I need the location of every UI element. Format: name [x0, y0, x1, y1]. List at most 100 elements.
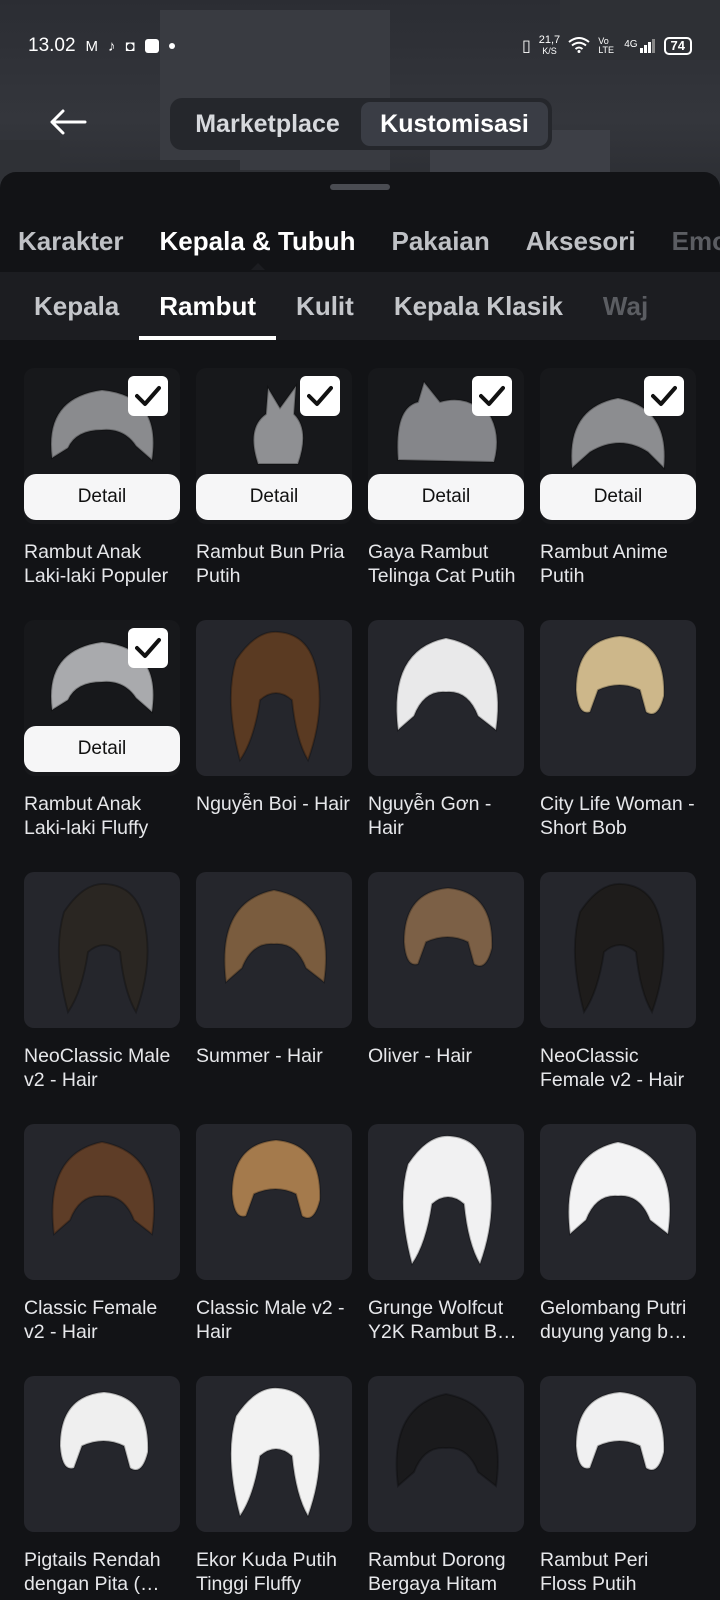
detail-button[interactable]: Detail: [24, 726, 180, 772]
hair-item-thumbnail[interactable]: Detail: [196, 368, 352, 524]
hair-item-thumbnail[interactable]: [24, 1376, 180, 1532]
equipped-checkbox[interactable]: [472, 376, 512, 416]
hair-item-card[interactable]: Gelombang Putri duyung yang b…: [540, 1124, 696, 1376]
hair-item-name: NeoClassic Male v2 - Hair: [24, 1045, 171, 1091]
tab-kepala[interactable]: Kepala: [0, 272, 139, 340]
hair-item-card[interactable]: Ekor Kuda Putih Tinggi Fluffy: [196, 1376, 352, 1600]
tab-karakter[interactable]: Karakter: [0, 226, 142, 257]
detail-button[interactable]: Detail: [368, 474, 524, 520]
hair-item-card[interactable]: Summer - Hair: [196, 872, 352, 1124]
sheet-drag-handle[interactable]: [330, 184, 390, 190]
status-bar: 13.02 M ♪ ◘ ▯ 21,7 K/S Vo LTE 4G 74: [0, 28, 720, 64]
hair-item-card[interactable]: Detail Rambut Bun Pria Putih: [196, 368, 352, 620]
hair-preview-image: [395, 1392, 499, 1488]
back-button[interactable]: [46, 104, 90, 140]
hair-item-card[interactable]: Classic Male v2 - Hair: [196, 1124, 352, 1376]
hair-item-thumbnail[interactable]: [24, 1124, 180, 1280]
hair-item-thumbnail[interactable]: [196, 620, 352, 776]
net-speed: 21,7 K/S: [538, 34, 561, 57]
hair-item-thumbnail[interactable]: [196, 1376, 352, 1532]
hair-item-card[interactable]: Nguyễn Gơn - Hair: [368, 620, 524, 872]
equipped-checkbox[interactable]: [128, 376, 168, 416]
tab-wajah[interactable]: Waj: [583, 272, 668, 340]
hair-item-card[interactable]: NeoClassic Female v2 - Hair: [540, 872, 696, 1124]
tab-rambut[interactable]: Rambut: [139, 272, 276, 340]
hair-preview-image: [402, 886, 494, 967]
equipped-checkbox[interactable]: [644, 376, 684, 416]
tab-kepala-klasik[interactable]: Kepala Klasik: [374, 272, 583, 340]
checkmark-icon: [651, 386, 677, 406]
volte-label: Vo LTE: [598, 36, 615, 55]
equipped-checkbox[interactable]: [128, 628, 168, 668]
vibrate-icon: ▯: [521, 38, 531, 55]
app-square-icon: [144, 39, 159, 53]
hair-item-name: NeoClassic Female v2 - Hair: [540, 1045, 685, 1091]
hair-preview-image: [58, 1390, 150, 1471]
hair-item-card[interactable]: City Life Woman - Short Bob: [540, 620, 696, 872]
hair-item-thumbnail[interactable]: [368, 872, 524, 1028]
hair-item-card[interactable]: Detail Rambut Anak Laki-laki Fluffy: [24, 620, 180, 872]
hair-item-name: Rambut Peri Floss Putih: [540, 1549, 649, 1595]
hair-preview-image: [567, 1140, 671, 1236]
hair-item-name: Oliver - Hair: [368, 1045, 473, 1067]
hair-item-thumbnail[interactable]: [196, 1124, 352, 1280]
hair-item-thumbnail[interactable]: Detail: [24, 368, 180, 524]
tab-kulit[interactable]: Kulit: [276, 272, 374, 340]
hair-preview-image: [57, 882, 149, 1015]
hair-item-card[interactable]: Detail Rambut Anime Putih: [540, 368, 696, 620]
hair-item-name: Gelombang Putri duyung yang b…: [540, 1297, 688, 1343]
hair-item-card[interactable]: Rambut Peri Floss Putih: [540, 1376, 696, 1600]
hair-item-card[interactable]: Rambut Dorong Bergaya Hitam: [368, 1376, 524, 1600]
hair-item-name: Ekor Kuda Putih Tinggi Fluffy: [196, 1549, 337, 1595]
tab-kustomisasi[interactable]: Kustomisasi: [361, 102, 548, 146]
hair-item-thumbnail[interactable]: [368, 620, 524, 776]
hair-item-card[interactable]: Classic Female v2 - Hair: [24, 1124, 180, 1376]
hair-item-thumbnail[interactable]: [540, 620, 696, 776]
hair-item-card[interactable]: Detail Rambut Anak Laki-laki Populer: [24, 368, 180, 620]
hair-item-name: Rambut Anak Laki-laki Fluffy: [24, 793, 149, 839]
subcategory-tabs: Kepala Rambut Kulit Kepala Klasik Waj: [0, 272, 720, 340]
hair-item-card[interactable]: NeoClassic Male v2 - Hair: [24, 872, 180, 1124]
hair-item-thumbnail[interactable]: [368, 1376, 524, 1532]
detail-button[interactable]: Detail: [196, 474, 352, 520]
hair-preview-image: [574, 1390, 666, 1471]
hair-item-thumbnail[interactable]: Detail: [368, 368, 524, 524]
category-tabs: Karakter Kepala & Tubuh Pakaian Aksesori…: [0, 212, 720, 270]
hair-item-thumbnail[interactable]: [540, 872, 696, 1028]
signal-icon: 4G: [624, 39, 655, 53]
hair-item-card[interactable]: Pigtails Rendah dengan Pita (…: [24, 1376, 180, 1600]
hair-item-name: Classic Female v2 - Hair: [24, 1297, 158, 1343]
gmail-icon: M: [85, 37, 99, 55]
equipped-checkbox[interactable]: [300, 376, 340, 416]
hair-item-name: Rambut Anak Laki-laki Populer: [24, 541, 169, 587]
checkmark-icon: [479, 386, 505, 406]
detail-button[interactable]: Detail: [540, 474, 696, 520]
hair-item-thumbnail[interactable]: [540, 1376, 696, 1532]
hair-item-thumbnail[interactable]: [24, 872, 180, 1028]
hair-item-card[interactable]: Detail Gaya Rambut Telinga Cat Putih: [368, 368, 524, 620]
hair-item-name: Nguyễn Gơn - Hair: [368, 793, 492, 839]
hair-item-thumbnail[interactable]: [196, 872, 352, 1028]
hair-item-thumbnail[interactable]: [368, 1124, 524, 1280]
tab-emote[interactable]: Emo: [654, 226, 720, 257]
hair-item-name: Grunge Wolfcut Y2K Rambut B…: [368, 1297, 517, 1343]
customization-sheet: Karakter Kepala & Tubuh Pakaian Aksesori…: [0, 172, 720, 1600]
tab-kepala-tubuh[interactable]: Kepala & Tubuh: [142, 226, 374, 270]
hair-preview-image: [395, 636, 499, 732]
hair-preview-image: [229, 1386, 321, 1519]
hair-item-name: Gaya Rambut Telinga Cat Putih: [368, 541, 516, 587]
tab-aksesori[interactable]: Aksesori: [508, 226, 654, 257]
hair-preview-image: [401, 1134, 493, 1267]
hair-item-card[interactable]: Nguyễn Boi - Hair: [196, 620, 352, 872]
hair-item-thumbnail[interactable]: Detail: [24, 620, 180, 776]
hair-item-card[interactable]: Oliver - Hair: [368, 872, 524, 1124]
tab-marketplace[interactable]: Marketplace: [174, 102, 361, 146]
hair-item-thumbnail[interactable]: Detail: [540, 368, 696, 524]
battery-indicator: 74: [663, 37, 692, 55]
hair-item-card[interactable]: Grunge Wolfcut Y2K Rambut B…: [368, 1124, 524, 1376]
detail-button[interactable]: Detail: [24, 474, 180, 520]
hair-item-thumbnail[interactable]: [540, 1124, 696, 1280]
hair-preview-image: [223, 888, 327, 984]
tab-pakaian[interactable]: Pakaian: [373, 226, 507, 257]
app-notification-icon: ◘: [125, 37, 135, 55]
